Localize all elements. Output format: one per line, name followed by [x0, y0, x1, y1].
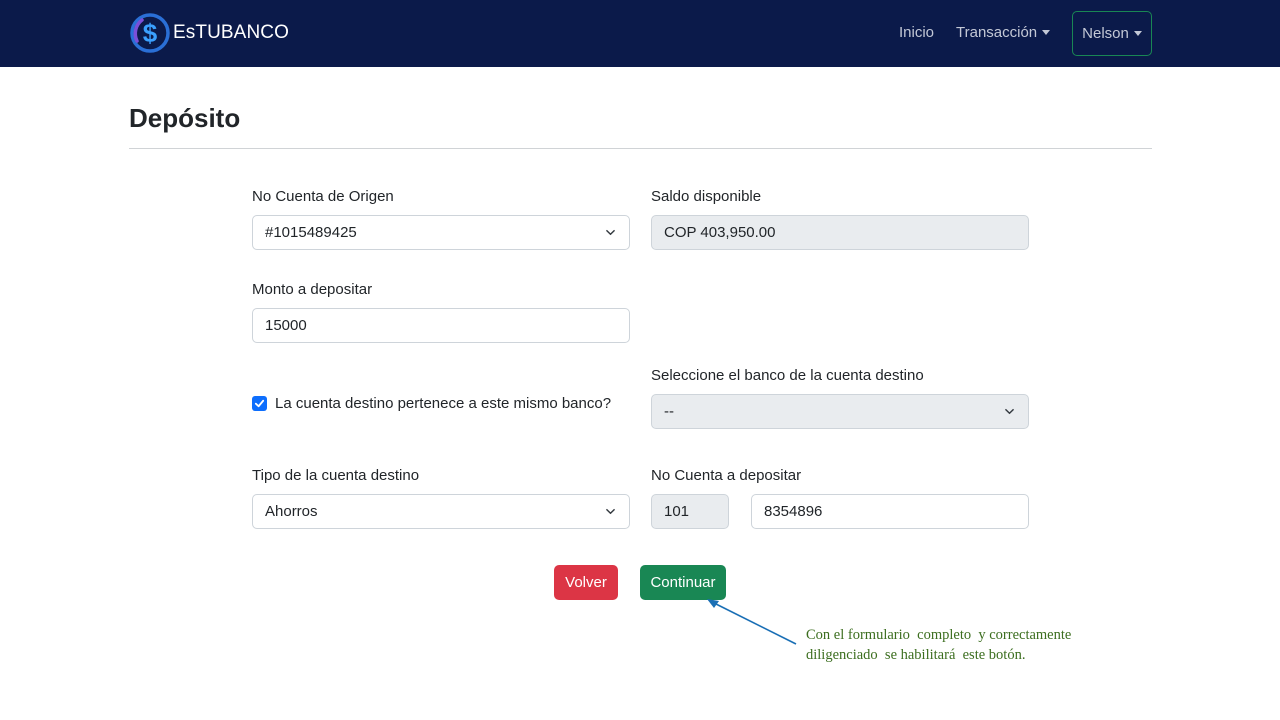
origin-account-select[interactable]: #1015489425	[252, 215, 630, 250]
chevron-down-icon	[606, 229, 615, 236]
nav-transactions-label: Transacción	[956, 24, 1038, 41]
back-button-label: Volver	[565, 574, 607, 591]
caret-down-icon	[1042, 30, 1051, 35]
same-bank-checkbox[interactable]	[252, 396, 267, 411]
user-menu-button[interactable]: Nelson	[1072, 11, 1152, 56]
top-navbar: $ EsTUBANCO Inicio Transacción Nelson	[0, 0, 1280, 67]
dest-type-label: Tipo de la cuenta destino	[252, 467, 420, 484]
same-bank-label: La cuenta destino pertenece a este mismo…	[275, 395, 612, 412]
balance-value: COP 403,950.00	[664, 224, 776, 241]
brand-name: EsTUBANCO	[173, 22, 289, 43]
origin-account-label: No Cuenta de Origen	[252, 188, 394, 205]
page-title: Depósito	[129, 103, 241, 133]
amount-label: Monto a depositar	[252, 281, 373, 298]
chevron-down-icon	[606, 508, 615, 515]
dest-account-label: No Cuenta a depositar	[651, 467, 802, 484]
dest-bank-select: --	[651, 394, 1029, 429]
dest-account-number: 8354896	[764, 503, 823, 520]
title-divider	[129, 148, 1152, 149]
continue-button[interactable]: Continuar	[640, 565, 726, 600]
continue-button-label: Continuar	[650, 574, 716, 591]
nav-home-link[interactable]: Inicio	[899, 24, 934, 41]
annotation-note: Con el formulario completo y correctamen…	[806, 625, 1106, 665]
dest-bank-value: --	[664, 403, 674, 420]
amount-value: 15000	[265, 317, 307, 334]
dest-account-number-input[interactable]: 8354896	[751, 494, 1029, 529]
dest-account-prefix-field: 101	[651, 494, 729, 529]
amount-input[interactable]: 15000	[252, 308, 630, 343]
dest-account-prefix: 101	[664, 503, 690, 520]
nav-home-label: Inicio	[899, 24, 935, 41]
origin-account-value: #1015489425	[265, 224, 357, 241]
checkmark-icon	[254, 399, 265, 408]
svg-text:$: $	[143, 18, 158, 48]
back-button[interactable]: Volver	[554, 565, 618, 600]
annotation-line-2: diligenciado se habilitará este botón.	[806, 647, 1026, 663]
dest-bank-label: Seleccione el banco de la cuenta destino	[651, 367, 924, 384]
balance-label: Saldo disponible	[651, 188, 762, 205]
annotation-line-1: Con el formulario completo y correctamen…	[806, 627, 1072, 643]
dest-type-value: Ahorros	[265, 503, 318, 520]
nav-transactions-dropdown[interactable]: Transacción	[956, 24, 1051, 41]
brand[interactable]: $ EsTUBANCO	[128, 11, 289, 55]
caret-down-icon	[1133, 31, 1142, 36]
user-name: Nelson	[1082, 25, 1129, 42]
dollar-coin-icon: $	[130, 13, 170, 53]
balance-field: COP 403,950.00	[651, 215, 1029, 250]
dest-type-select[interactable]: Ahorros	[252, 494, 630, 529]
chevron-down-icon	[1005, 408, 1014, 415]
